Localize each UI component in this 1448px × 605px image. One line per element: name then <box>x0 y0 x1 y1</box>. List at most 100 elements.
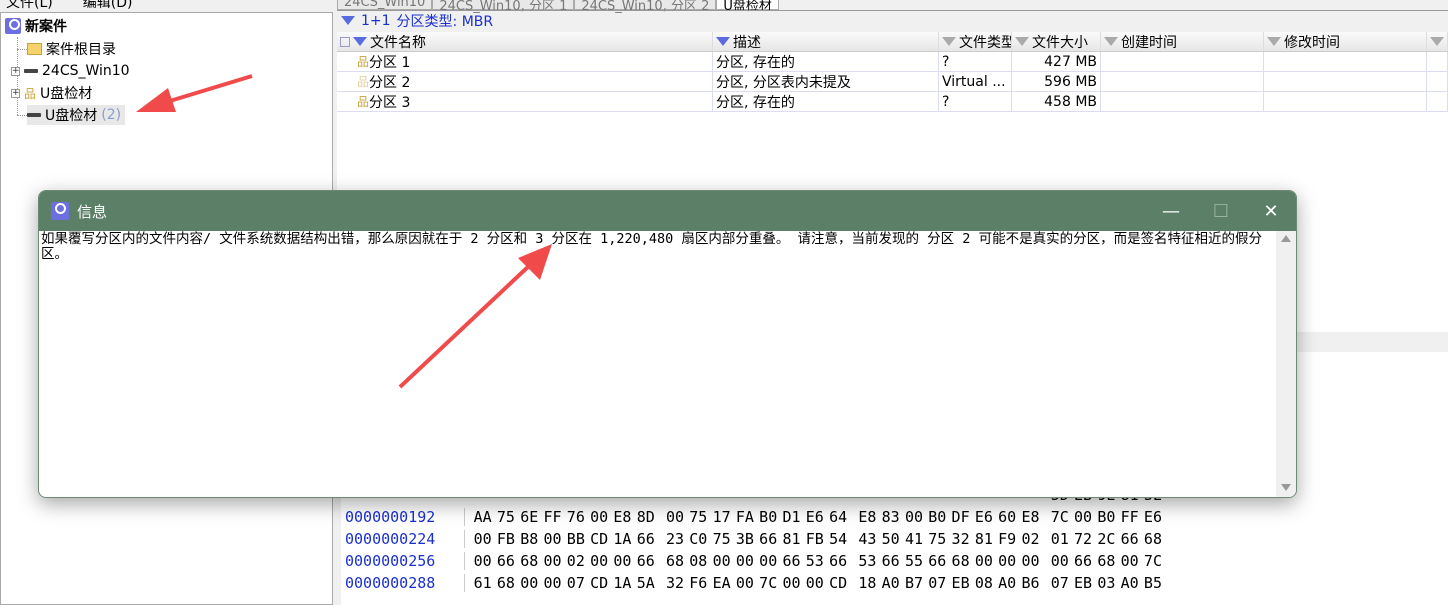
hex-byte[interactable]: 66 <box>634 530 657 548</box>
hex-byte[interactable]: 00 <box>733 552 756 570</box>
hex-byte[interactable]: 00 <box>1019 552 1042 570</box>
hex-byte[interactable]: F9 <box>996 530 1019 548</box>
hex-byte[interactable]: 68 <box>949 552 972 570</box>
scroll-down-icon[interactable] <box>1281 484 1291 491</box>
hex-byte[interactable]: 08 <box>972 574 995 592</box>
tab-win10-p1[interactable]: 24CS_Win10, 分区 1 <box>432 0 575 14</box>
hex-byte[interactable]: 1A <box>611 530 634 548</box>
hex-byte[interactable]: 00 <box>996 552 1019 570</box>
hex-byte[interactable]: 23 <box>663 530 686 548</box>
maximize-button[interactable]: ☐ <box>1196 191 1246 231</box>
hex-byte[interactable]: B5 <box>1141 574 1164 592</box>
hex-byte[interactable]: 43 <box>856 530 879 548</box>
filter-icon[interactable] <box>942 37 956 46</box>
hex-byte[interactable]: 00 <box>757 552 780 570</box>
hex-byte[interactable]: 7C <box>1048 508 1071 526</box>
menu-edit[interactable]: 编辑(D) <box>83 0 133 11</box>
hex-byte[interactable]: 07 <box>926 574 949 592</box>
hex-byte[interactable]: 01 <box>1048 530 1071 548</box>
hex-byte[interactable]: 81 <box>972 530 995 548</box>
hex-byte[interactable]: 66 <box>780 552 803 570</box>
hex-byte[interactable]: 00 <box>710 552 733 570</box>
hex-byte[interactable]: 00 <box>541 552 564 570</box>
hex-byte[interactable]: 75 <box>926 530 949 548</box>
hex-byte[interactable]: B6 <box>1019 574 1042 592</box>
hex-byte[interactable]: 00 <box>663 508 686 526</box>
hex-byte[interactable]: F6 <box>687 574 710 592</box>
hex-byte[interactable]: 00 <box>587 552 610 570</box>
hex-byte[interactable]: 72 <box>1071 530 1094 548</box>
hex-byte[interactable]: 50 <box>879 530 902 548</box>
hex-byte[interactable]: 00 <box>541 574 564 592</box>
hex-byte[interactable]: 00 <box>541 530 564 548</box>
hex-byte[interactable]: 17 <box>710 508 733 526</box>
hex-byte[interactable]: A0 <box>996 574 1019 592</box>
hex-byte[interactable]: 00 <box>733 574 756 592</box>
hex-byte[interactable]: EB <box>1071 574 1094 592</box>
col-created[interactable]: 创建时间 <box>1101 32 1264 51</box>
hex-byte[interactable]: 00 <box>587 508 610 526</box>
table-row[interactable]: 品分区 1 分区, 存在的? 427 MB <box>337 52 1448 72</box>
hex-byte[interactable]: EA <box>710 574 733 592</box>
menu-file[interactable]: 文件(L) <box>6 0 53 11</box>
hex-byte[interactable]: 2C <box>1095 530 1118 548</box>
hex-byte[interactable]: 66 <box>1118 530 1141 548</box>
hex-byte[interactable]: 1A <box>611 574 634 592</box>
hex-byte[interactable]: 02 <box>564 552 587 570</box>
hex-byte[interactable]: 75 <box>687 508 710 526</box>
hex-byte[interactable]: 66 <box>494 552 517 570</box>
hex-byte[interactable]: 66 <box>926 552 949 570</box>
hex-byte[interactable]: 7C <box>757 574 780 592</box>
hex-byte[interactable]: BB <box>564 530 587 548</box>
hex-byte[interactable]: 76 <box>564 508 587 526</box>
col-desc[interactable]: 描述 <box>713 32 939 51</box>
hex-byte[interactable]: 75 <box>710 530 733 548</box>
hex-byte[interactable]: 41 <box>902 530 925 548</box>
hex-byte[interactable]: B0 <box>926 508 949 526</box>
hex-byte[interactable]: A0 <box>1118 574 1141 592</box>
filter-icon[interactable] <box>716 37 730 46</box>
hex-byte[interactable]: E8 <box>611 508 634 526</box>
expand-icon[interactable]: + <box>11 88 20 98</box>
hex-byte[interactable]: 55 <box>902 552 925 570</box>
hex-byte[interactable]: 00 <box>803 574 826 592</box>
scroll-up-icon[interactable] <box>1281 235 1291 242</box>
hex-byte[interactable]: E6 <box>972 508 995 526</box>
table-row[interactable]: 品分区 3 分区, 存在的? 458 MB <box>337 92 1448 112</box>
hex-byte[interactable]: 68 <box>663 552 686 570</box>
hex-byte[interactable]: 66 <box>1071 552 1094 570</box>
hex-byte[interactable]: FB <box>803 530 826 548</box>
tree-item-usb[interactable]: U盘检材 (2) <box>27 105 126 125</box>
hex-byte[interactable]: 00 <box>1118 552 1141 570</box>
hex-byte[interactable]: 61 <box>471 574 494 592</box>
hex-byte[interactable]: 60 <box>996 508 1019 526</box>
filter-icon[interactable] <box>1104 37 1118 46</box>
minimize-button[interactable]: — <box>1146 191 1196 231</box>
hex-byte[interactable]: 66 <box>757 530 780 548</box>
hex-byte[interactable]: 83 <box>879 508 902 526</box>
hex-byte[interactable]: 07 <box>564 574 587 592</box>
hex-byte[interactable]: 66 <box>826 552 849 570</box>
hex-byte[interactable]: D1 <box>780 508 803 526</box>
hex-byte[interactable]: B7 <box>902 574 925 592</box>
tree-item-root-dir[interactable]: 案件根目录 <box>27 39 116 59</box>
hex-byte[interactable]: 08 <box>687 552 710 570</box>
hex-byte[interactable]: 8D <box>634 508 657 526</box>
hex-byte[interactable]: 81 <box>780 530 803 548</box>
tree-item-usb-partitions[interactable]: + 品 U盘检材 <box>11 83 92 103</box>
hex-byte[interactable]: 6E <box>518 508 541 526</box>
hex-byte[interactable]: 66 <box>879 552 902 570</box>
tab-win10-p2[interactable]: 24CS_Win10, 分区 2 <box>574 0 717 14</box>
tab-usb[interactable]: U盘检材 <box>716 0 779 14</box>
hex-byte[interactable]: 32 <box>663 574 686 592</box>
hex-byte[interactable]: 07 <box>1048 574 1071 592</box>
filter-icon[interactable] <box>1015 37 1029 46</box>
hex-byte[interactable]: E8 <box>1019 508 1042 526</box>
col-name[interactable]: 文件名称 <box>337 32 713 51</box>
hex-byte[interactable]: 02 <box>1019 530 1042 548</box>
tree-item-win10[interactable]: + 24CS_Win10 <box>11 61 130 81</box>
hex-byte[interactable]: 5A <box>634 574 657 592</box>
hex-byte[interactable]: 68 <box>518 552 541 570</box>
hex-byte[interactable]: 00 <box>972 552 995 570</box>
tree-root[interactable]: 新案件 <box>5 16 67 36</box>
